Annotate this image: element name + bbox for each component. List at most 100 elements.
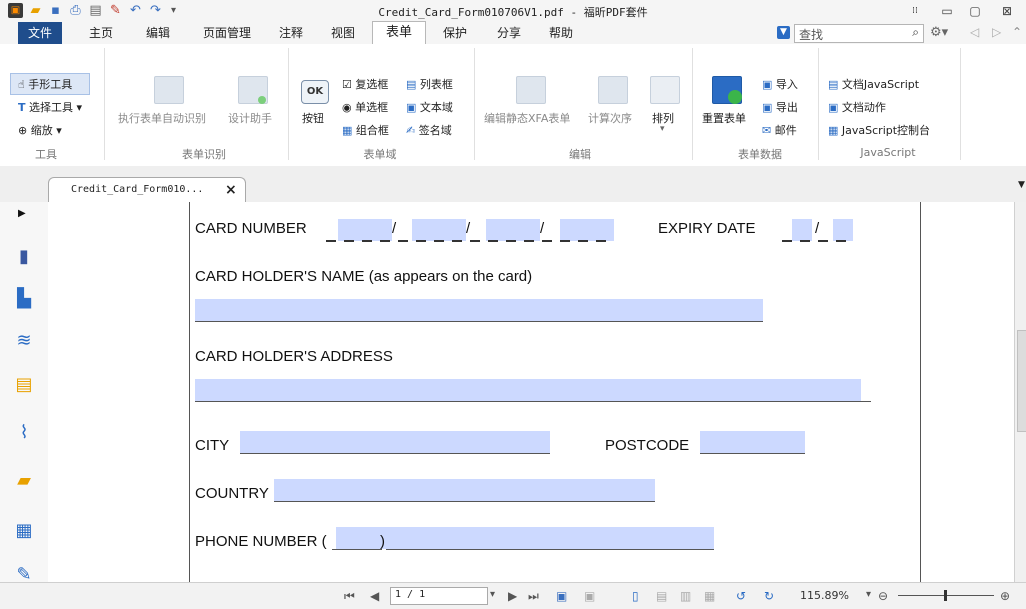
email-button[interactable]: ✉ 邮件	[762, 122, 797, 138]
zoom-in-icon[interactable]: ⊕	[1000, 589, 1010, 603]
edit-xfa-button[interactable]: 编辑静态XFA表单	[484, 110, 570, 126]
select-tool-button[interactable]: T 选择工具 ▾	[18, 99, 82, 115]
country-field[interactable]	[274, 479, 655, 501]
bookmark-icon[interactable]: ▮	[13, 246, 35, 268]
dropdown-arrow-icon: ▾	[56, 124, 62, 137]
single-page-icon[interactable]: ▯	[632, 589, 639, 603]
first-page-icon[interactable]: ⏮	[344, 589, 355, 604]
button-field-icon[interactable]: OK	[301, 80, 329, 104]
menu-edit[interactable]: 编辑	[138, 22, 178, 44]
comments-icon[interactable]: ▤	[13, 374, 35, 396]
export-button[interactable]: ▣ 导出	[762, 99, 798, 115]
menu-share[interactable]: 分享	[490, 22, 528, 44]
find-options-icon[interactable]: ▼	[777, 26, 790, 39]
tab-close-icon[interactable]: ×	[225, 182, 237, 198]
card-number-group-4-field[interactable]	[560, 219, 614, 241]
search-icon[interactable]: ⌕	[912, 25, 919, 40]
doc-action-button[interactable]: ▣ 文档动作	[828, 99, 886, 115]
card-number-group-1-field[interactable]	[338, 219, 392, 241]
listbox-field-button[interactable]: ▤ 列表框	[406, 76, 453, 92]
zoom-tool-button[interactable]: ⊕ 缩放 ▾	[18, 122, 62, 138]
calc-order-icon[interactable]	[598, 76, 628, 104]
calc-order-button[interactable]: 计算次序	[588, 110, 632, 126]
expiry-year-field[interactable]	[833, 219, 853, 241]
zoom-level[interactable]: 115.89%	[800, 589, 849, 602]
hand-tool-button[interactable]: ☝ 手形工具	[18, 76, 72, 92]
expiry-month-field[interactable]	[792, 219, 812, 241]
menu-protect[interactable]: 保护	[436, 22, 474, 44]
radio-field-button[interactable]: ◉ 单选框	[342, 99, 388, 115]
window-title: Credit_Card_Form010706V1.pdf - 福昕PDF套件	[378, 6, 648, 19]
security-lock-icon[interactable]: ▰	[13, 470, 35, 492]
holder-address-field[interactable]	[195, 379, 861, 401]
previous-page-icon[interactable]: ◀	[370, 589, 379, 603]
form-fields-icon[interactable]: ▦	[13, 520, 35, 542]
next-view-icon[interactable]: ▣	[584, 589, 595, 603]
menu-view[interactable]: 视图	[324, 22, 362, 44]
auto-recognize-button[interactable]: 执行表单自动识别	[118, 110, 206, 126]
tab-document[interactable]: Credit_Card_Form010... ×	[48, 177, 246, 203]
continuous-facing-icon[interactable]: ▦	[704, 589, 715, 603]
textfield-button[interactable]: ▣ 文本域	[406, 99, 453, 115]
previous-view-icon[interactable]: ▣	[556, 589, 567, 603]
collapse-ribbon-icon[interactable]: ⌃	[1012, 25, 1022, 39]
forward-icon[interactable]: ▷	[992, 25, 1001, 39]
ribbon-toggle-icon[interactable]: ⁞⁞	[904, 3, 926, 19]
tab-list-icon[interactable]: ▼	[1018, 180, 1025, 190]
zoom-dropdown-icon[interactable]: ▾	[866, 589, 871, 600]
hand-tool-label: 手形工具	[28, 78, 73, 91]
menu-help[interactable]: 帮助	[542, 22, 580, 44]
reset-form-button[interactable]: 重置表单	[702, 110, 746, 126]
vertical-scrollbar[interactable]	[1014, 202, 1026, 582]
back-icon[interactable]: ◁	[970, 25, 979, 39]
import-button[interactable]: ▣ 导入	[762, 76, 798, 92]
holder-name-label: CARD HOLDER'S NAME (as appears on the ca…	[195, 268, 533, 285]
design-assistant-button[interactable]: 设计助手	[228, 110, 272, 126]
continuous-icon[interactable]: ▤	[656, 589, 667, 603]
restore-button[interactable]: ▢	[964, 3, 986, 19]
radio-icon: ◉	[342, 101, 352, 114]
expand-panel-icon[interactable]: ▶	[18, 208, 26, 219]
rotate-left-icon[interactable]: ↺	[736, 589, 746, 603]
rotate-right-icon[interactable]: ↻	[764, 589, 774, 603]
city-field[interactable]	[240, 431, 550, 453]
card-number-group-3-field[interactable]	[486, 219, 540, 241]
phone-field[interactable]	[336, 527, 714, 549]
settings-icon[interactable]: ⚙▾	[930, 25, 948, 40]
menu-comment[interactable]: 注释	[272, 22, 310, 44]
close-button[interactable]: ⊠	[996, 3, 1018, 19]
pages-icon[interactable]: ▙	[13, 288, 35, 310]
menu-form[interactable]: 表单	[372, 21, 426, 45]
js-console-button[interactable]: ▦ JavaScript控制台	[828, 122, 930, 138]
button-field-button[interactable]: 按钮	[302, 110, 324, 126]
attachment-icon[interactable]: ⌇	[13, 422, 35, 444]
facing-icon[interactable]: ▥	[680, 589, 691, 603]
menu-home[interactable]: 主页	[84, 22, 118, 44]
search-input[interactable]: 查找 ⌕	[794, 24, 924, 43]
minimize-button[interactable]: ▭	[936, 3, 958, 19]
holder-name-field[interactable]	[195, 299, 763, 321]
layers-icon[interactable]: ≋	[13, 330, 35, 352]
auto-recognize-icon[interactable]	[154, 76, 184, 104]
card-number-group-2-field[interactable]	[412, 219, 466, 241]
last-page-icon[interactable]: ⏭	[528, 589, 539, 604]
signature-field-button[interactable]: ✍ 签名域	[406, 122, 452, 138]
page-number-input[interactable]: 1 / 1	[390, 587, 488, 605]
page-dropdown-icon[interactable]: ▾	[490, 589, 495, 600]
next-page-icon[interactable]: ▶	[508, 589, 517, 603]
checkbox-field-button[interactable]: ☑ 复选框	[342, 76, 388, 92]
menu-file[interactable]: 文件	[18, 22, 62, 44]
zoom-out-icon[interactable]: ⊖	[878, 589, 888, 603]
combobox-field-button[interactable]: ▦ 组合框	[342, 122, 389, 138]
doc-javascript-label: 文档JavaScript	[841, 78, 920, 91]
title-bar: ▣ ▰ ▪ ⎙ ▤ ✎ ↶ ↷ ▾ Credit_Card_Form010706…	[0, 0, 1026, 22]
menu-page-management[interactable]: 页面管理	[194, 22, 260, 44]
zoom-slider-thumb[interactable]	[944, 590, 947, 601]
scrollbar-thumb[interactable]	[1017, 330, 1026, 432]
arrange-dropdown-icon[interactable]: ▾	[660, 124, 665, 134]
doc-javascript-button[interactable]: ▤ 文档JavaScript	[828, 76, 919, 92]
postcode-field[interactable]	[700, 431, 805, 453]
doc-action-icon: ▣	[828, 101, 839, 114]
arrange-icon[interactable]	[650, 76, 680, 104]
edit-xfa-icon[interactable]	[516, 76, 546, 104]
